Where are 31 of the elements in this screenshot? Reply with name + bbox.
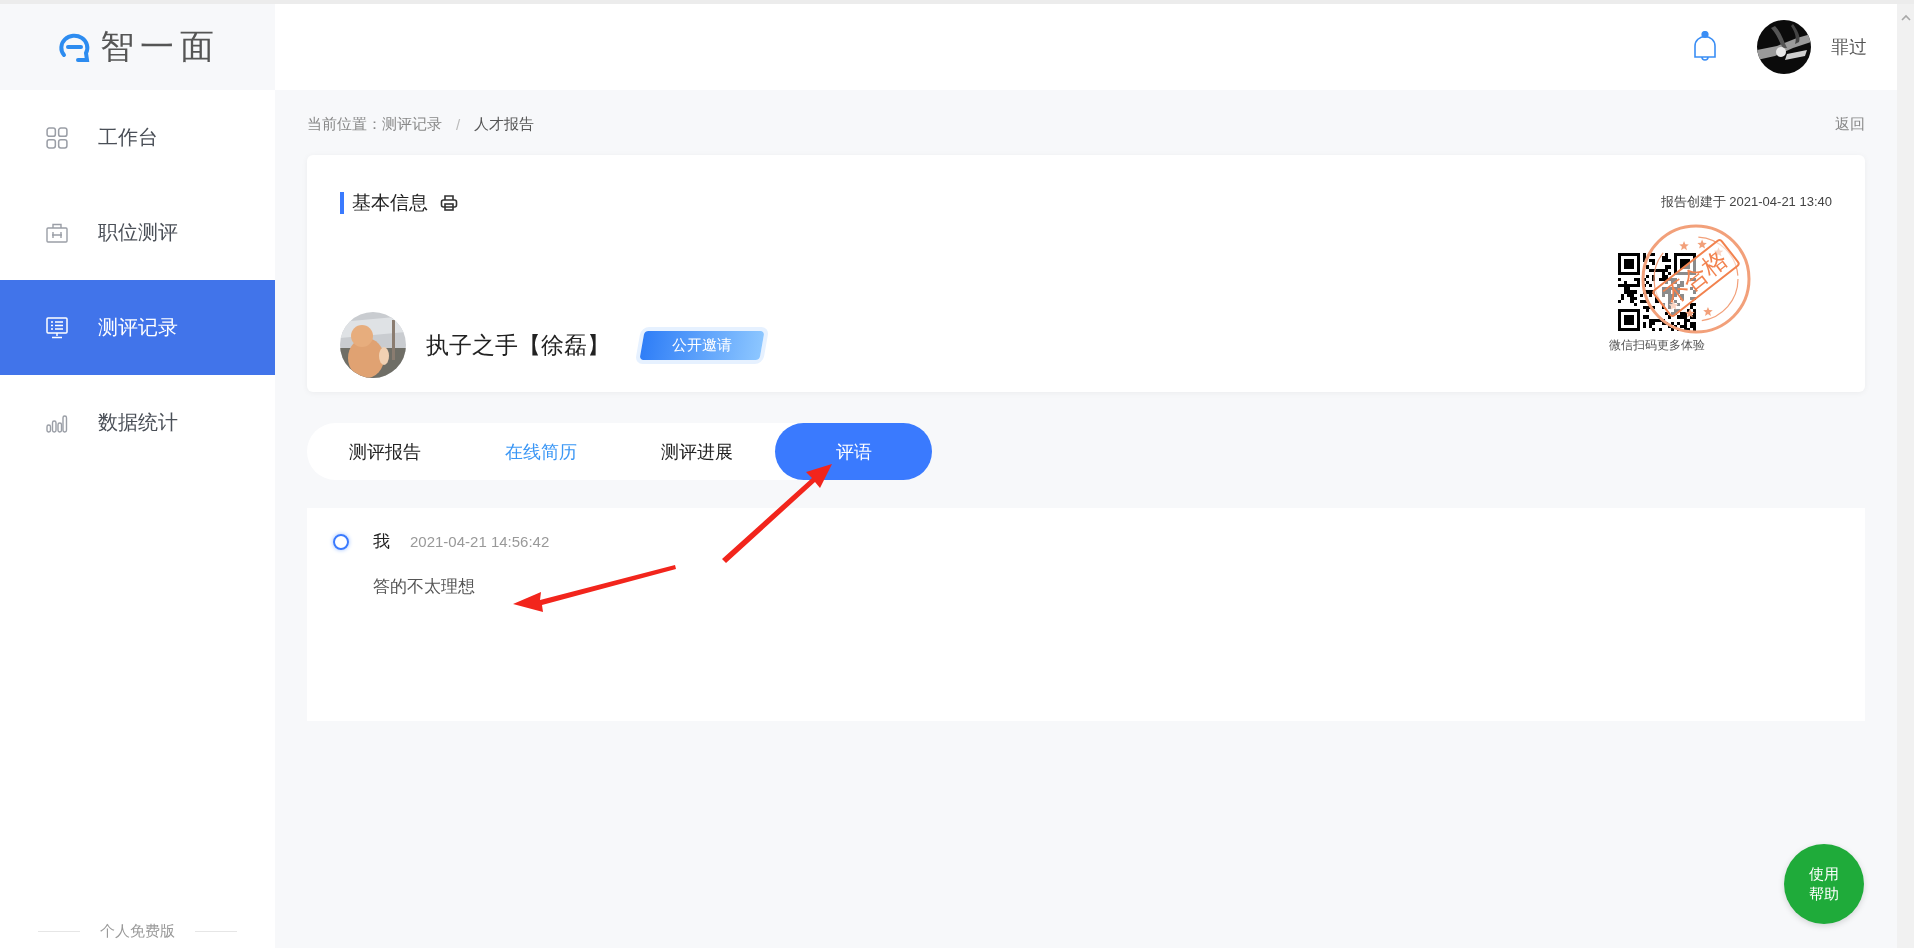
stamp-icon: [1640, 223, 1752, 335]
edition-label: 个人免费版: [100, 921, 175, 941]
candidate-name: 执子之手【徐磊】: [426, 330, 610, 360]
tab[interactable]: 测评报告: [307, 423, 463, 480]
created-time: 报告创建于 2021-04-21 13:40: [1660, 193, 1832, 211]
breadcrumb-item[interactable]: 测评记录: [382, 114, 442, 134]
user-name[interactable]: 罪过: [1831, 35, 1867, 59]
sidebar-item[interactable]: 测评记录: [0, 280, 275, 375]
stamp-text: 不合格: [1650, 237, 1742, 319]
sidebar-item[interactable]: 数据统计: [0, 375, 275, 470]
comment-author: 我: [373, 531, 390, 553]
comment-text: 答的不太理想: [373, 576, 476, 598]
breadcrumb-item: 人才报告: [474, 114, 535, 134]
briefcase-icon: [46, 221, 68, 244]
logo-text: 智一面: [99, 26, 220, 67]
scrollbar[interactable]: [1897, 4, 1914, 948]
tab[interactable]: 评语: [775, 423, 932, 480]
sidebar-item[interactable]: 职位测评: [0, 185, 275, 280]
comment-time: 2021-04-21 14:56:42: [410, 533, 550, 550]
tab[interactable]: 测评进展: [619, 423, 775, 480]
sidebar-item[interactable]: 工作台: [0, 90, 275, 185]
breadcrumb-label: 当前位置：: [307, 114, 382, 134]
print-icon[interactable]: [440, 194, 458, 212]
grid-icon: [46, 126, 68, 149]
timeline-dot-icon: [333, 533, 349, 550]
monitor-list-icon: [46, 316, 68, 339]
section-title: 基本信息: [352, 191, 428, 215]
bell-icon[interactable]: [1691, 31, 1719, 63]
qr-caption: 微信扫码更多体验: [1609, 337, 1705, 354]
caret-icon[interactable]: [1900, 14, 1911, 21]
breadcrumb-separator: /: [456, 115, 461, 133]
